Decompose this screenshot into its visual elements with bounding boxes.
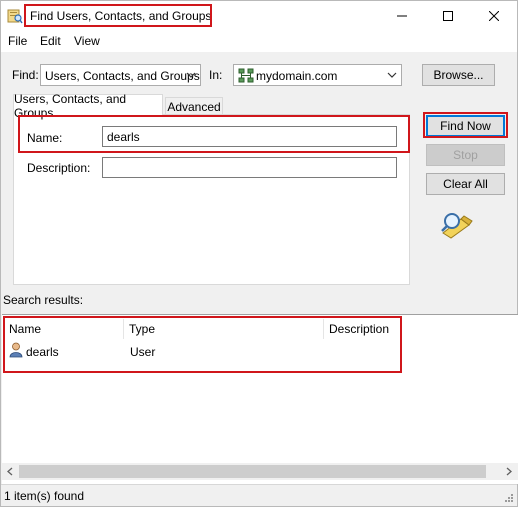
chevron-down-icon bbox=[186, 72, 196, 78]
in-domain-select[interactable]: mydomain.com bbox=[233, 64, 402, 86]
horizontal-scrollbar[interactable] bbox=[2, 463, 518, 480]
chevron-down-icon bbox=[387, 72, 397, 78]
menu-edit[interactable]: Edit bbox=[40, 34, 61, 48]
scrollbar-thumb[interactable] bbox=[19, 465, 486, 478]
table-row[interactable]: dearls User bbox=[6, 342, 324, 360]
maximize-icon bbox=[443, 11, 453, 21]
domain-icon bbox=[238, 68, 254, 83]
name-input[interactable]: dearls bbox=[102, 126, 397, 147]
find-type-select[interactable]: Users, Contacts, and Groups bbox=[40, 64, 201, 86]
browse-button[interactable]: Browse... bbox=[422, 64, 495, 86]
in-label: In: bbox=[209, 68, 223, 82]
result-type: User bbox=[130, 345, 156, 359]
minimize-button[interactable] bbox=[379, 1, 425, 31]
minimize-icon bbox=[397, 15, 407, 17]
resize-grip-icon[interactable] bbox=[504, 493, 514, 503]
stop-button[interactable]: Stop bbox=[426, 144, 505, 166]
column-header-description[interactable]: Description bbox=[329, 322, 389, 336]
column-separator[interactable] bbox=[123, 319, 124, 339]
description-input[interactable] bbox=[102, 157, 397, 178]
search-flashlight-icon bbox=[441, 213, 473, 239]
column-separator[interactable] bbox=[323, 319, 324, 339]
column-header-name[interactable]: Name bbox=[9, 322, 41, 336]
menu-bar: File Edit View bbox=[1, 31, 517, 52]
menu-view[interactable]: View bbox=[74, 34, 100, 48]
name-label: Name: bbox=[27, 131, 63, 145]
title-bar: Find Users, Contacts, and Groups bbox=[1, 1, 517, 31]
result-name: dearls bbox=[26, 345, 59, 359]
tab-advanced[interactable]: Advanced bbox=[165, 97, 223, 115]
menu-file[interactable]: File bbox=[8, 34, 27, 48]
find-app-icon bbox=[7, 9, 23, 24]
window-title: Find Users, Contacts, and Groups bbox=[30, 9, 212, 23]
clear-all-button[interactable]: Clear All bbox=[426, 173, 505, 195]
tab-users-contacts-groups[interactable]: Users, Contacts, and Groups bbox=[13, 92, 163, 120]
find-label: Find: bbox=[12, 68, 39, 82]
results-list: Name Type Description dearls User bbox=[2, 314, 518, 484]
scroll-left-icon[interactable] bbox=[6, 467, 14, 476]
find-users-window: Find Users, Contacts, and Groups File Ed… bbox=[0, 0, 518, 507]
find-now-button[interactable]: Find Now bbox=[426, 115, 505, 137]
close-icon bbox=[489, 11, 499, 21]
scroll-right-icon[interactable] bbox=[505, 467, 513, 476]
user-icon bbox=[9, 342, 23, 358]
status-bar: 1 item(s) found bbox=[1, 484, 517, 506]
close-button[interactable] bbox=[471, 1, 517, 31]
find-type-value: Users, Contacts, and Groups bbox=[45, 69, 200, 83]
description-label: Description: bbox=[27, 161, 91, 175]
maximize-button[interactable] bbox=[425, 1, 471, 31]
in-domain-value: mydomain.com bbox=[256, 69, 338, 83]
status-text: 1 item(s) found bbox=[4, 489, 85, 503]
search-results-label: Search results: bbox=[3, 293, 84, 307]
column-header-type[interactable]: Type bbox=[129, 322, 155, 336]
